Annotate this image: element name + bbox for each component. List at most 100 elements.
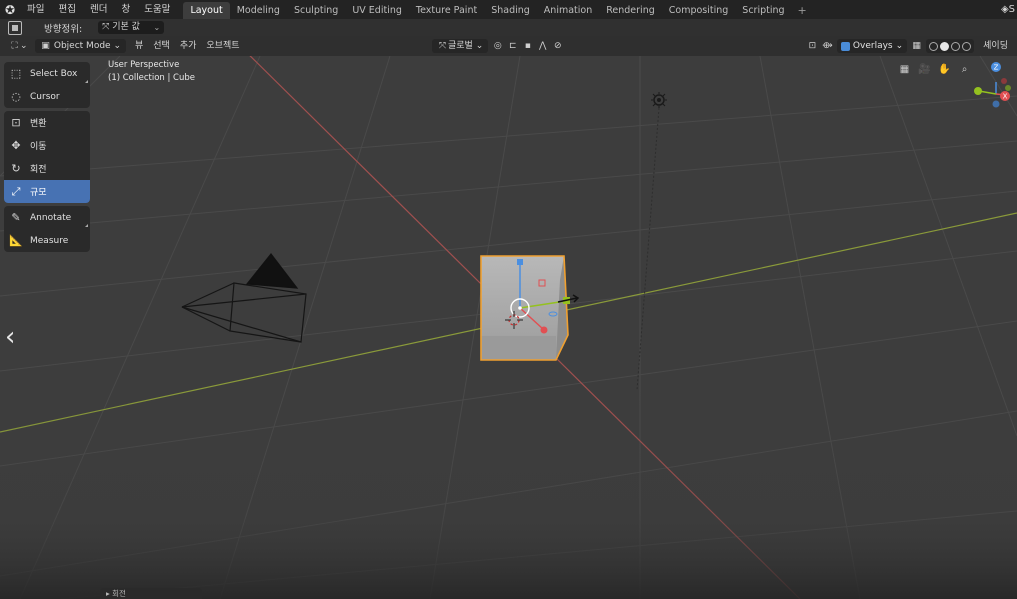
tab-animation[interactable]: Animation: [537, 2, 599, 19]
tool-rotate[interactable]: ↻ 회전: [4, 157, 90, 180]
menu-help[interactable]: 도움말: [137, 0, 177, 19]
tab-uv-editing[interactable]: UV Editing: [345, 2, 409, 19]
axis-icon: ⤧: [102, 22, 113, 32]
tool-select-box[interactable]: ⬚ Select Box: [4, 62, 90, 85]
object-mode-icon: ▣: [41, 41, 50, 51]
tool-label: 이동: [30, 142, 47, 152]
gizmo-toggle-icon[interactable]: ⟴: [822, 41, 833, 52]
menu-file[interactable]: 파일: [20, 0, 51, 19]
tool-label: 회전: [30, 165, 47, 175]
tool-scale[interactable]: ⤢ 규모: [4, 180, 90, 203]
proportional-falloff-icon[interactable]: ⊘: [552, 41, 563, 52]
gizmo-neg-x-axis[interactable]: [1001, 78, 1007, 84]
tab-rendering[interactable]: Rendering: [599, 2, 662, 19]
tab-texture-paint[interactable]: Texture Paint: [409, 2, 484, 19]
tool-options-indicator: [85, 80, 88, 83]
view-object-types-icon[interactable]: ⊡: [807, 41, 818, 52]
overlays-button[interactable]: Overlays ⌄: [836, 39, 908, 53]
transform-controls: ⤧ 글로벌 ⌄ ◎ ⊏ ▪ ⋀ ⊘: [432, 39, 563, 53]
mode-dropdown[interactable]: ▣ Object Mode ⌄: [35, 39, 126, 53]
pivot-point-icon[interactable]: ◎: [492, 41, 503, 52]
top-menu-bar: ✪ 파일 편집 렌더 창 도움말 Layout Modeling Sculpti…: [0, 0, 1017, 19]
tool-annotate[interactable]: ✎ Annotate: [4, 206, 90, 229]
orientation-axis-icon: ⤧: [438, 41, 447, 51]
xray-toggle-icon[interactable]: ▦: [911, 41, 922, 52]
gizmo-neg-z-axis[interactable]: [992, 100, 1000, 108]
last-operator-panel[interactable]: ▸ 회전: [100, 588, 202, 599]
chevron-down-icon: ⌄: [20, 41, 28, 51]
tool-label: Cursor: [30, 91, 60, 102]
camera-view-icon[interactable]: 🎥: [917, 62, 932, 77]
menu-view[interactable]: 뷰: [130, 39, 148, 53]
tool-transform[interactable]: ⊡ 변환: [4, 111, 90, 134]
material-shading-icon[interactable]: [951, 41, 961, 51]
tool-cursor[interactable]: ◌ Cursor: [4, 85, 90, 108]
snap-target-icon[interactable]: ▪: [522, 41, 533, 52]
chevron-left-icon[interactable]: ‹: [5, 322, 15, 352]
rendered-shading-icon[interactable]: [962, 41, 972, 51]
menu-add[interactable]: 추가: [175, 39, 202, 53]
orientation-dropdown[interactable]: ⤧ 기본 값 ⌄: [98, 21, 165, 34]
tool-label: Select Box: [30, 68, 78, 79]
wireframe-shading-icon[interactable]: [929, 41, 939, 51]
tool-label: Annotate: [30, 212, 72, 223]
tool-options-indicator: [85, 224, 88, 227]
overlays-label: Overlays: [852, 41, 893, 51]
viewport-navigation: ▦ 🎥 ✋ ⌕: [897, 62, 972, 77]
navigation-gizmo[interactable]: Z X: [974, 62, 1011, 108]
tool-label: 규모: [30, 188, 47, 198]
tab-compositing[interactable]: Compositing: [662, 2, 736, 19]
add-workspace-button[interactable]: +: [792, 2, 813, 19]
last-operator-label: 회전: [112, 589, 126, 598]
tab-modeling[interactable]: Modeling: [230, 2, 287, 19]
hand-pan-icon[interactable]: ✋: [937, 62, 952, 77]
chevron-down-icon: ⌄: [895, 41, 904, 51]
gizmo-z-label: Z: [994, 64, 999, 72]
collection-label: (1) Collection | Cube: [108, 73, 196, 83]
chevron-down-icon: ⌄: [153, 23, 161, 32]
gizmo-neg-y-axis[interactable]: [1005, 85, 1011, 91]
editor-type-button[interactable]: ⛶ ⌄: [4, 39, 31, 53]
tab-sculpting[interactable]: Sculpting: [287, 2, 345, 19]
menu-window[interactable]: 창: [114, 0, 137, 19]
tool-move[interactable]: ✥ 이동: [4, 134, 90, 157]
solid-shading-icon[interactable]: [940, 41, 950, 51]
grid-perspective-icon[interactable]: ▦: [897, 62, 912, 77]
annotate-icon: ✎: [11, 211, 21, 224]
scene-label: S: [1008, 4, 1015, 15]
menu-render[interactable]: 렌더: [83, 0, 114, 19]
viewport-right-controls: ⊡ ⟴ Overlays ⌄ ▦ 셰이딩: [807, 39, 1013, 53]
menu-edit[interactable]: 편집: [51, 0, 82, 19]
scene-icon: ◈: [1000, 4, 1009, 15]
tool-settings-bar: 방향정위: ⤧ 기본 값 ⌄: [0, 19, 1017, 36]
transform-orientation-dropdown[interactable]: ⤧ 글로벌 ⌄: [432, 39, 489, 53]
move-icon: ✥: [11, 139, 21, 152]
camera-object[interactable]: [181, 253, 307, 343]
snap-icon[interactable]: ⊏: [507, 41, 518, 52]
tab-layout[interactable]: Layout: [183, 2, 230, 19]
tool-label: 변환: [30, 119, 47, 129]
rotate-icon: ↻: [11, 162, 21, 175]
orientation-label: 방향정위:: [44, 23, 83, 35]
measure-icon: 📐: [9, 234, 23, 247]
orientation-value: 기본 값: [112, 22, 140, 32]
mode-label: Object Mode: [53, 41, 111, 51]
blender-logo-icon[interactable]: ✪: [0, 0, 20, 19]
tool-measure[interactable]: 📐 Measure: [4, 229, 90, 252]
3d-viewport[interactable]: Z X User Perspective (1) Collection | Cu…: [0, 56, 1017, 599]
tab-scripting[interactable]: Scripting: [735, 2, 791, 19]
gizmo-y-axis[interactable]: [974, 87, 982, 95]
viewport-scene: Z X: [0, 56, 1017, 599]
proportional-editing-icon[interactable]: ⋀: [537, 41, 548, 52]
menu-select[interactable]: 선택: [148, 39, 175, 53]
shading-dropdown[interactable]: 셰이딩: [978, 39, 1013, 53]
zoom-icon[interactable]: ⌕: [957, 62, 972, 77]
menu-object[interactable]: 오브젝트: [201, 39, 244, 53]
scene-selector[interactable]: ◈S: [1001, 0, 1015, 19]
light-object[interactable]: [636, 92, 667, 391]
transform-orientation-label: 글로벌: [448, 41, 473, 51]
viewport-header: ⛶ ⌄ ▣ Object Mode ⌄ 뷰 선택 추가 오브젝트 ⤧ 글로벌 ⌄ ◎…: [0, 36, 1017, 56]
gizmo-x-label: X: [1003, 93, 1008, 101]
scale-icon: ⤢: [11, 184, 21, 198]
tab-shading[interactable]: Shading: [484, 2, 537, 19]
